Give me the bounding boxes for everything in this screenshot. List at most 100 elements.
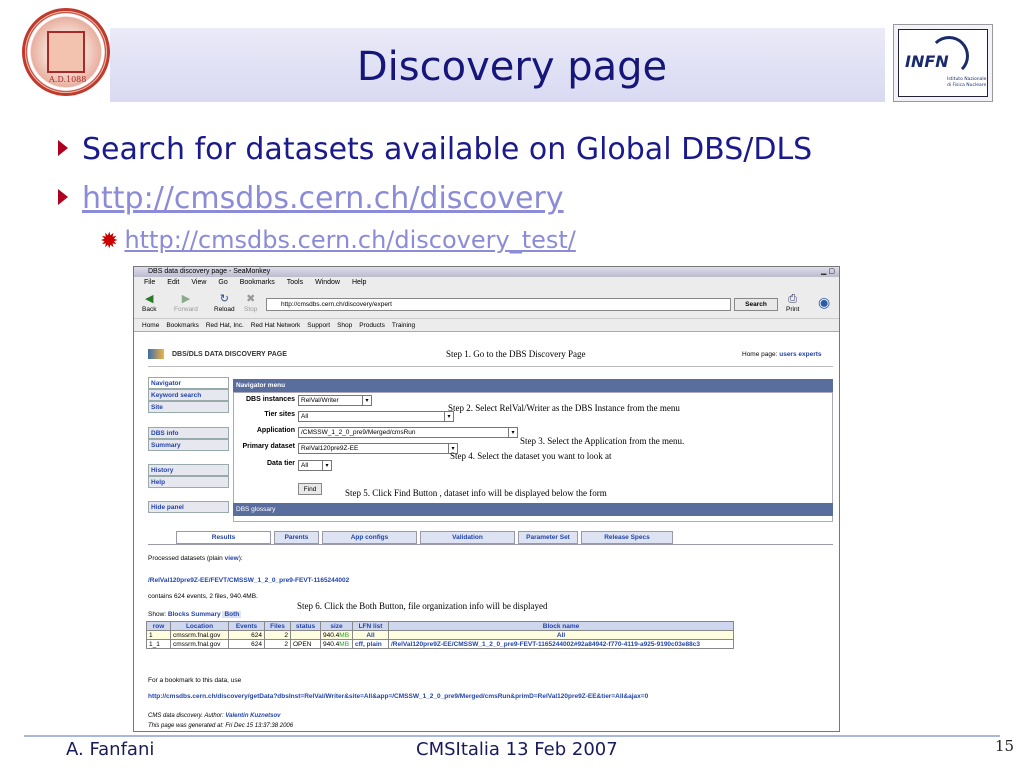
tab-parameter-set[interactable]: Parameter Set <box>518 531 578 544</box>
tab-results[interactable]: Results <box>176 531 271 544</box>
primary-dataset-select[interactable]: RelVal120pre9Z-EE ▾ <box>298 443 458 454</box>
sidebar-item-keyword-search[interactable]: Keyword search <box>148 389 229 401</box>
tier-sites-select[interactable]: All ▾ <box>298 411 454 422</box>
lfn-cff-plain-link[interactable]: cff, plain <box>352 639 389 649</box>
url-input[interactable]: http://cmsdbs.cern.ch/discovery/expert <box>266 298 731 311</box>
footer-divider <box>24 735 1000 737</box>
dataset-path-link[interactable]: /RelVal120pre9Z-EE/FEVT/CMSSW_1_2_0_pre9… <box>148 577 349 584</box>
back-button[interactable]: ◀ Back <box>142 293 156 313</box>
menu-view[interactable]: View <box>191 279 206 286</box>
tab-app-configs[interactable]: App configs <box>322 531 417 544</box>
slide-header: A.D.1088 Discovery page INFN Istituto Na… <box>0 0 1024 105</box>
bullet-link: http://cmsdbs.cern.ch/discovery <box>58 181 564 216</box>
menu-help[interactable]: Help <box>352 279 366 286</box>
find-button[interactable]: Find <box>298 483 322 495</box>
page-header: DBS/DLS DATA DISCOVERY PAGE <box>172 351 287 358</box>
discovery-test-link[interactable]: http://cmsdbs.cern.ch/discovery_test/ <box>124 226 575 254</box>
bookmark-redhat[interactable]: Red Hat, Inc. <box>206 322 244 329</box>
tab-release-specs[interactable]: Release Specs <box>581 531 673 544</box>
author-link[interactable]: Valentin Kuznetsov <box>225 713 280 719</box>
forward-button[interactable]: ▶ Forward <box>174 293 198 313</box>
bookmark-support[interactable]: Support <box>307 322 330 329</box>
bookmark-training[interactable]: Training <box>392 322 415 329</box>
menu-go[interactable]: Go <box>218 279 227 286</box>
chevron-down-icon: ▾ <box>362 396 371 405</box>
bookmarks-toolbar: Home Bookmarks Red Hat, Inc. Red Hat Networ… <box>134 319 839 332</box>
table-row: 1_1 cmssrm.fnal.gov 624 2 OPEN 940.4MB c… <box>146 639 734 649</box>
print-button[interactable]: ⎙ Print <box>786 293 799 313</box>
show-blocks-button[interactable]: Blocks <box>168 611 189 618</box>
dbs-instances-label: DBS instances <box>245 396 295 403</box>
bullet-search: Search for datasets available on Global … <box>58 132 812 167</box>
reload-icon: ↻ <box>219 293 229 305</box>
application-label: Application <box>256 427 295 434</box>
menu-bookmarks[interactable]: Bookmarks <box>240 279 275 286</box>
browser-screenshot: DBS data discovery page - SeaMonkey ▁ ▢ F… <box>133 266 840 732</box>
table-header-row: row Location Events Files status size LF… <box>146 621 734 631</box>
stop-button[interactable]: ✖ Stop <box>244 293 257 313</box>
step-4-note: Step 4. Select the dataset you want to l… <box>450 451 612 461</box>
sidebar-item-help[interactable]: Help <box>148 476 229 488</box>
throbber-icon: ◉ <box>818 294 831 310</box>
application-select[interactable]: /CMSSW_1_2_0_pre9/Merged/cmsRun ▾ <box>298 427 518 438</box>
tier-sites-label: Tier sites <box>264 411 295 418</box>
discovery-link[interactable]: http://cmsdbs.cern.ch/discovery <box>82 181 564 216</box>
bullet-triangle-icon <box>58 188 68 205</box>
dbs-logo-icon <box>148 349 164 359</box>
table-row: 1 cmssrm.fnal.gov 624 2 940.4MB All All <box>146 630 734 640</box>
reload-button[interactable]: ↻ Reload <box>214 293 235 313</box>
data-tier-label: Data tier <box>266 460 295 467</box>
lfn-all-link[interactable]: All <box>352 630 389 640</box>
show-options: Show: Blocks Summary Both <box>148 611 242 618</box>
step-1-note: Step 1. Go to the DBS Discovery Page <box>446 349 586 359</box>
back-arrow-icon: ◀ <box>144 293 154 305</box>
dataset-contains-text: contains 624 events, 2 files, 940.4MB. <box>148 593 258 600</box>
star-bullet-icon: ✹ <box>100 229 119 254</box>
menu-window[interactable]: Window <box>315 279 340 286</box>
slide-title: Discovery page <box>356 44 668 90</box>
bookmark-redhat-network[interactable]: Red Hat Network <box>251 322 301 329</box>
step-3-note: Step 3. Select the Application from the … <box>520 436 685 446</box>
tab-validation[interactable]: Validation <box>420 531 515 544</box>
window-titlebar: DBS data discovery page - SeaMonkey ▁ ▢ <box>134 267 839 277</box>
block-name-link[interactable]: /RelVal120pre9Z-EE/CMSSW_1_2_0_pre9-FEVT… <box>388 639 734 649</box>
plain-view-link[interactable]: view <box>225 555 239 562</box>
home-page-links: Home page: users experts <box>742 351 822 358</box>
bookmark-url-link[interactable]: http://cmsdbs.cern.ch/discovery/getData?… <box>148 693 648 700</box>
bullet-triangle-icon <box>58 139 68 156</box>
sidebar-item-summary[interactable]: Summary <box>148 439 229 451</box>
step-6-note: Step 6. Click the Both Button, file orga… <box>297 601 548 611</box>
tab-parents[interactable]: Parents <box>274 531 319 544</box>
menu-edit[interactable]: Edit <box>167 279 179 286</box>
navigator-menu-header: Navigator menu <box>233 379 833 392</box>
sidebar-item-navigator[interactable]: Navigator <box>148 377 229 389</box>
sidebar-item-history[interactable]: History <box>148 464 229 476</box>
show-summary-button[interactable]: Summary <box>191 611 221 618</box>
home-users-experts-link[interactable]: users experts <box>779 351 821 358</box>
bookmark-shop[interactable]: Shop <box>337 322 352 329</box>
window-controls[interactable]: ▁ ▢ <box>821 267 835 277</box>
sidebar-item-hide-panel[interactable]: Hide panel <box>148 501 229 513</box>
primary-dataset-label: Primary dataset <box>242 443 295 450</box>
sidebar-item-dbs-info[interactable]: DBS info <box>148 427 229 439</box>
processed-datasets-label: Processed datasets (plain view): <box>148 555 243 562</box>
block-all-link[interactable]: All <box>388 630 734 640</box>
stop-icon: ✖ <box>246 293 256 305</box>
data-tier-select[interactable]: All ▾ <box>298 460 332 471</box>
blocks-table: row Location Events Files status size LF… <box>146 621 734 649</box>
step-2-note: Step 2. Select RelVal/Writer as the DBS … <box>448 403 680 413</box>
sub-bullet-link: ✹ http://cmsdbs.cern.ch/discovery_test/ <box>100 226 576 254</box>
print-icon: ⎙ <box>788 293 798 305</box>
forward-arrow-icon: ▶ <box>181 293 191 305</box>
bookmark-products[interactable]: Products <box>359 322 385 329</box>
bookmark-bookmarks[interactable]: Bookmarks <box>166 322 199 329</box>
bookmark-text: For a bookmark to this data, use <box>148 677 242 684</box>
dbs-instances-select[interactable]: RelVal/Writer ▾ <box>298 395 372 406</box>
show-both-button[interactable]: Both <box>222 611 242 618</box>
menu-file[interactable]: File <box>144 279 155 286</box>
sidebar-item-site[interactable]: Site <box>148 401 229 413</box>
bookmark-home[interactable]: Home <box>142 322 159 329</box>
menu-tools[interactable]: Tools <box>287 279 303 286</box>
dbs-glossary-bar[interactable]: DBS glossary <box>233 503 833 516</box>
search-button[interactable]: Search <box>734 298 778 311</box>
